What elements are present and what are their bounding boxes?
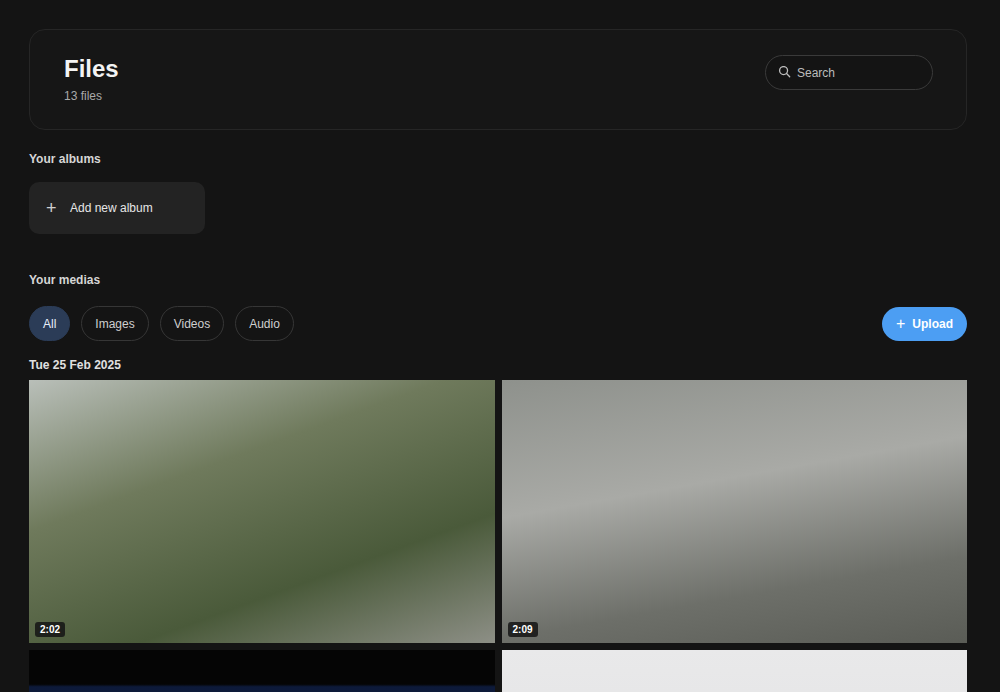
media-tile[interactable]: 2:02 xyxy=(29,380,495,643)
add-album-button[interactable]: + Add new album xyxy=(29,182,205,234)
filters-row: All Images Videos Audio + Upload xyxy=(29,306,967,341)
filter-tab[interactable]: Audio xyxy=(235,306,294,341)
header-text: Files 13 files xyxy=(64,55,119,104)
filter-tab[interactable]: Images xyxy=(81,306,148,341)
header-card: Files 13 files xyxy=(29,29,967,130)
duration-badge: 2:09 xyxy=(508,622,538,637)
media-tile[interactable]: 2:09 xyxy=(502,380,968,643)
upload-label: Upload xyxy=(912,317,953,331)
plus-icon: + xyxy=(896,315,905,333)
filter-tabs: All Images Videos Audio xyxy=(29,306,294,341)
filter-label: Videos xyxy=(174,317,210,331)
filter-label: Images xyxy=(95,317,134,331)
medias-heading: Your medias xyxy=(29,272,967,288)
filter-tab[interactable]: Videos xyxy=(160,306,224,341)
search-icon xyxy=(778,64,791,82)
page-title: Files xyxy=(64,55,119,83)
file-count: 13 files xyxy=(64,88,119,104)
add-album-label: Add new album xyxy=(70,201,153,215)
plus-icon: + xyxy=(46,198,56,219)
search-field[interactable] xyxy=(765,55,933,90)
media-tile[interactable] xyxy=(502,650,968,692)
filter-label: Audio xyxy=(249,317,280,331)
media-grid: 2:02 2:09 xyxy=(29,380,967,692)
search-input[interactable] xyxy=(797,66,920,80)
duration-badge: 2:02 xyxy=(35,622,65,637)
media-tile[interactable] xyxy=(29,650,495,692)
date-heading: Tue 25 Feb 2025 xyxy=(29,357,967,373)
filter-tab[interactable]: All xyxy=(29,306,70,341)
upload-button[interactable]: + Upload xyxy=(882,307,967,341)
albums-heading: Your albums xyxy=(29,151,967,167)
filter-label: All xyxy=(43,317,56,331)
